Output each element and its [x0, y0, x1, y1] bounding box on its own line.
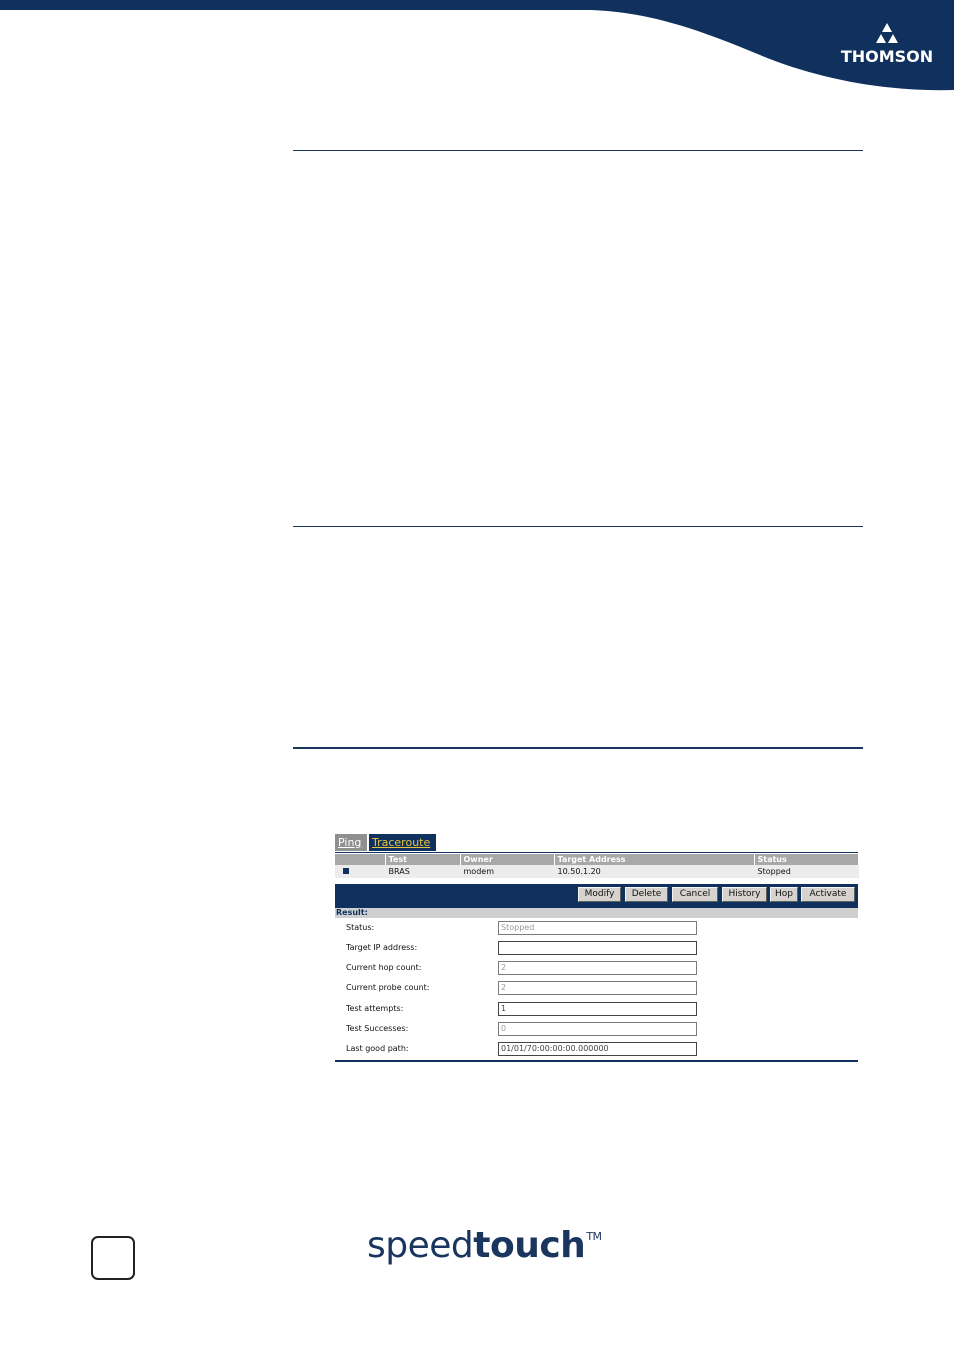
current-probe-count-field[interactable]: 2 [498, 981, 697, 995]
tab-ping[interactable]: Ping [335, 834, 367, 851]
cell-target-address: 10.50.1.20 [554, 865, 755, 878]
section-rule-1 [293, 150, 863, 151]
row-select-cell[interactable] [335, 865, 386, 878]
current-hop-count-field[interactable]: 2 [498, 961, 697, 975]
status-field[interactable]: Stopped [498, 921, 697, 935]
tests-table: Test Owner Target Address Status BRAS mo… [335, 854, 859, 878]
cell-status: Stopped [754, 865, 859, 878]
target-ip-label: Target IP address: [346, 943, 418, 952]
column-header-target-address: Target Address [554, 854, 755, 865]
column-header-owner: Owner [460, 854, 555, 865]
last-good-path-label: Last good path: [346, 1044, 409, 1053]
status-label: Status: [346, 923, 375, 932]
action-button-bar: Modify Delete Cancel History Hop Activat… [335, 884, 858, 908]
delete-button[interactable]: Delete [625, 887, 668, 902]
speedtouch-logo: speedtouchTM [367, 1228, 602, 1264]
traceroute-panel: Ping Traceroute Test Owner Target Addres… [335, 834, 859, 1064]
panel-bottom-border [335, 1060, 858, 1062]
section-rule-2 [293, 526, 863, 527]
result-section-header: Result: [335, 908, 858, 918]
last-good-path-field[interactable]: 01/01/70:00:00:00.000000 [498, 1042, 697, 1056]
page-number-box [91, 1236, 135, 1280]
brand-speed: speed [367, 1225, 474, 1266]
current-probe-count-label: Current probe count: [346, 983, 430, 992]
cancel-button[interactable]: Cancel [672, 887, 718, 902]
activate-button[interactable]: Activate [801, 887, 855, 902]
test-attempts-label: Test attempts: [346, 1004, 404, 1013]
section-rule-3 [293, 747, 863, 749]
column-header-status: Status [754, 854, 859, 865]
current-hop-count-label: Current hop count: [346, 963, 422, 972]
hop-button[interactable]: Hop [770, 887, 798, 902]
cell-test: BRAS [385, 865, 461, 878]
tab-strip-divider [335, 852, 858, 853]
table-row[interactable]: BRAS modem 10.50.1.20 Stopped [335, 865, 859, 878]
table-header-row: Test Owner Target Address Status [335, 854, 859, 865]
cell-owner: modem [460, 865, 555, 878]
thomson-emblem-icon: THOMSON [841, 23, 933, 66]
test-successes-label: Test Successes: [346, 1024, 409, 1033]
thomson-logo: THOMSON [838, 20, 936, 68]
target-ip-field[interactable] [498, 941, 697, 955]
modify-button[interactable]: Modify [578, 887, 621, 902]
history-button[interactable]: History [722, 887, 767, 902]
selected-marker-icon [343, 868, 349, 874]
test-attempts-field[interactable]: 1 [498, 1002, 697, 1016]
column-header-test: Test [385, 854, 461, 865]
header-band [0, 0, 954, 91]
tab-traceroute[interactable]: Traceroute [369, 834, 436, 851]
column-header-select [335, 854, 386, 865]
test-successes-field[interactable]: 0 [498, 1022, 697, 1036]
brand-touch: touch [473, 1225, 586, 1266]
logo-wordmark: THOMSON [841, 47, 933, 66]
brand-trademark: TM [586, 1230, 602, 1243]
